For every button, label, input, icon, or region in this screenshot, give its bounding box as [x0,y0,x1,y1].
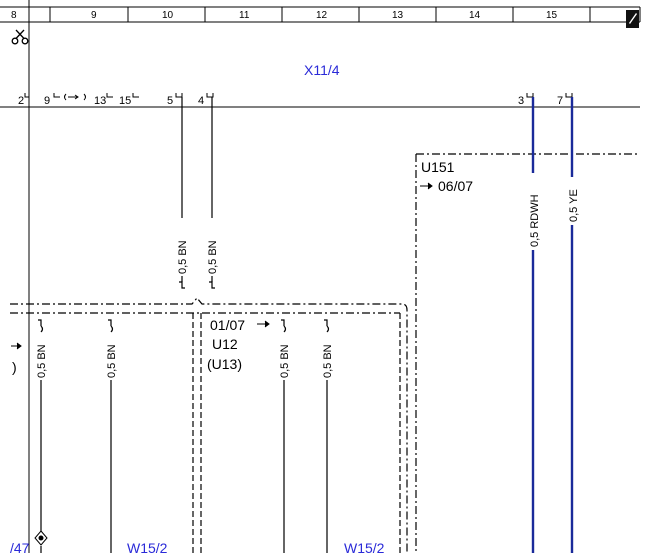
wire-label-lower-2: 0,5 BN [106,344,118,378]
grid-col-9: 9 [91,10,97,21]
grid-col-15: 15 [546,10,558,21]
wire-label-upper-1: 0,5 BN [177,240,189,274]
grid-col-14: 14 [469,10,481,21]
ref-left-bottom[interactable]: /47 [10,540,30,553]
u151-label: U151 [421,159,455,175]
module-u12-box [10,297,408,553]
module-u151-box [415,153,640,553]
pin-2: 2 [18,95,24,107]
pin-13: 13 [94,95,106,107]
upper-wires: 0,5 BN 0,5 BN [177,97,219,289]
arrow-right-icon [420,182,433,190]
wire-label-ye: 0,5 YE [568,189,580,222]
u151-date: 06/07 [438,178,473,194]
wire-label-lower-4: 0,5 BN [322,344,334,378]
grid-col-12: 12 [316,10,328,21]
grid-col-13: 13 [392,10,404,21]
wire-label-lower-1: 0,5 BN [36,344,48,378]
pencil-icon[interactable] [626,10,639,28]
pin-9: 9 [44,95,50,107]
connector-pins: 2 9 13 15 5 4 3 7 [18,93,573,107]
grid-col-11: 11 [239,10,250,21]
pin-5: 5 [167,95,173,107]
u12-label: U12 [212,336,238,352]
wiring-diagram: 8 9 10 11 12 13 14 15 X11/4 2 9 13 15 5 … [0,0,641,553]
splice-diamond-icon [34,530,48,546]
wire-label-rdwh: 0,5 RDWH [529,194,541,247]
left-paren: ) [12,359,17,375]
grid-col-8: 8 [11,10,17,21]
grid-col-10: 10 [162,10,174,21]
right-wires [531,97,574,553]
pin-3: 3 [518,95,524,107]
wire-label-upper-2: 0,5 BN [207,240,219,274]
connector-label: X11/4 [304,62,340,78]
scissors-icon[interactable] [11,29,29,45]
ref-w15-2-b[interactable]: W15/2 [344,540,385,553]
pin-4: 4 [198,95,204,107]
u13-label: (U13) [207,356,242,372]
grid-ruler: 8 9 10 11 12 13 14 15 [0,6,641,28]
wire-label-lower-3: 0,5 BN [279,344,291,378]
pin-15: 15 [119,95,131,107]
arrow-right-icon [257,320,270,328]
u12-date: 01/07 [210,317,245,333]
ref-w15-2-a[interactable]: W15/2 [127,540,168,553]
pin-7: 7 [557,95,563,107]
arrow-right-icon [11,342,22,350]
